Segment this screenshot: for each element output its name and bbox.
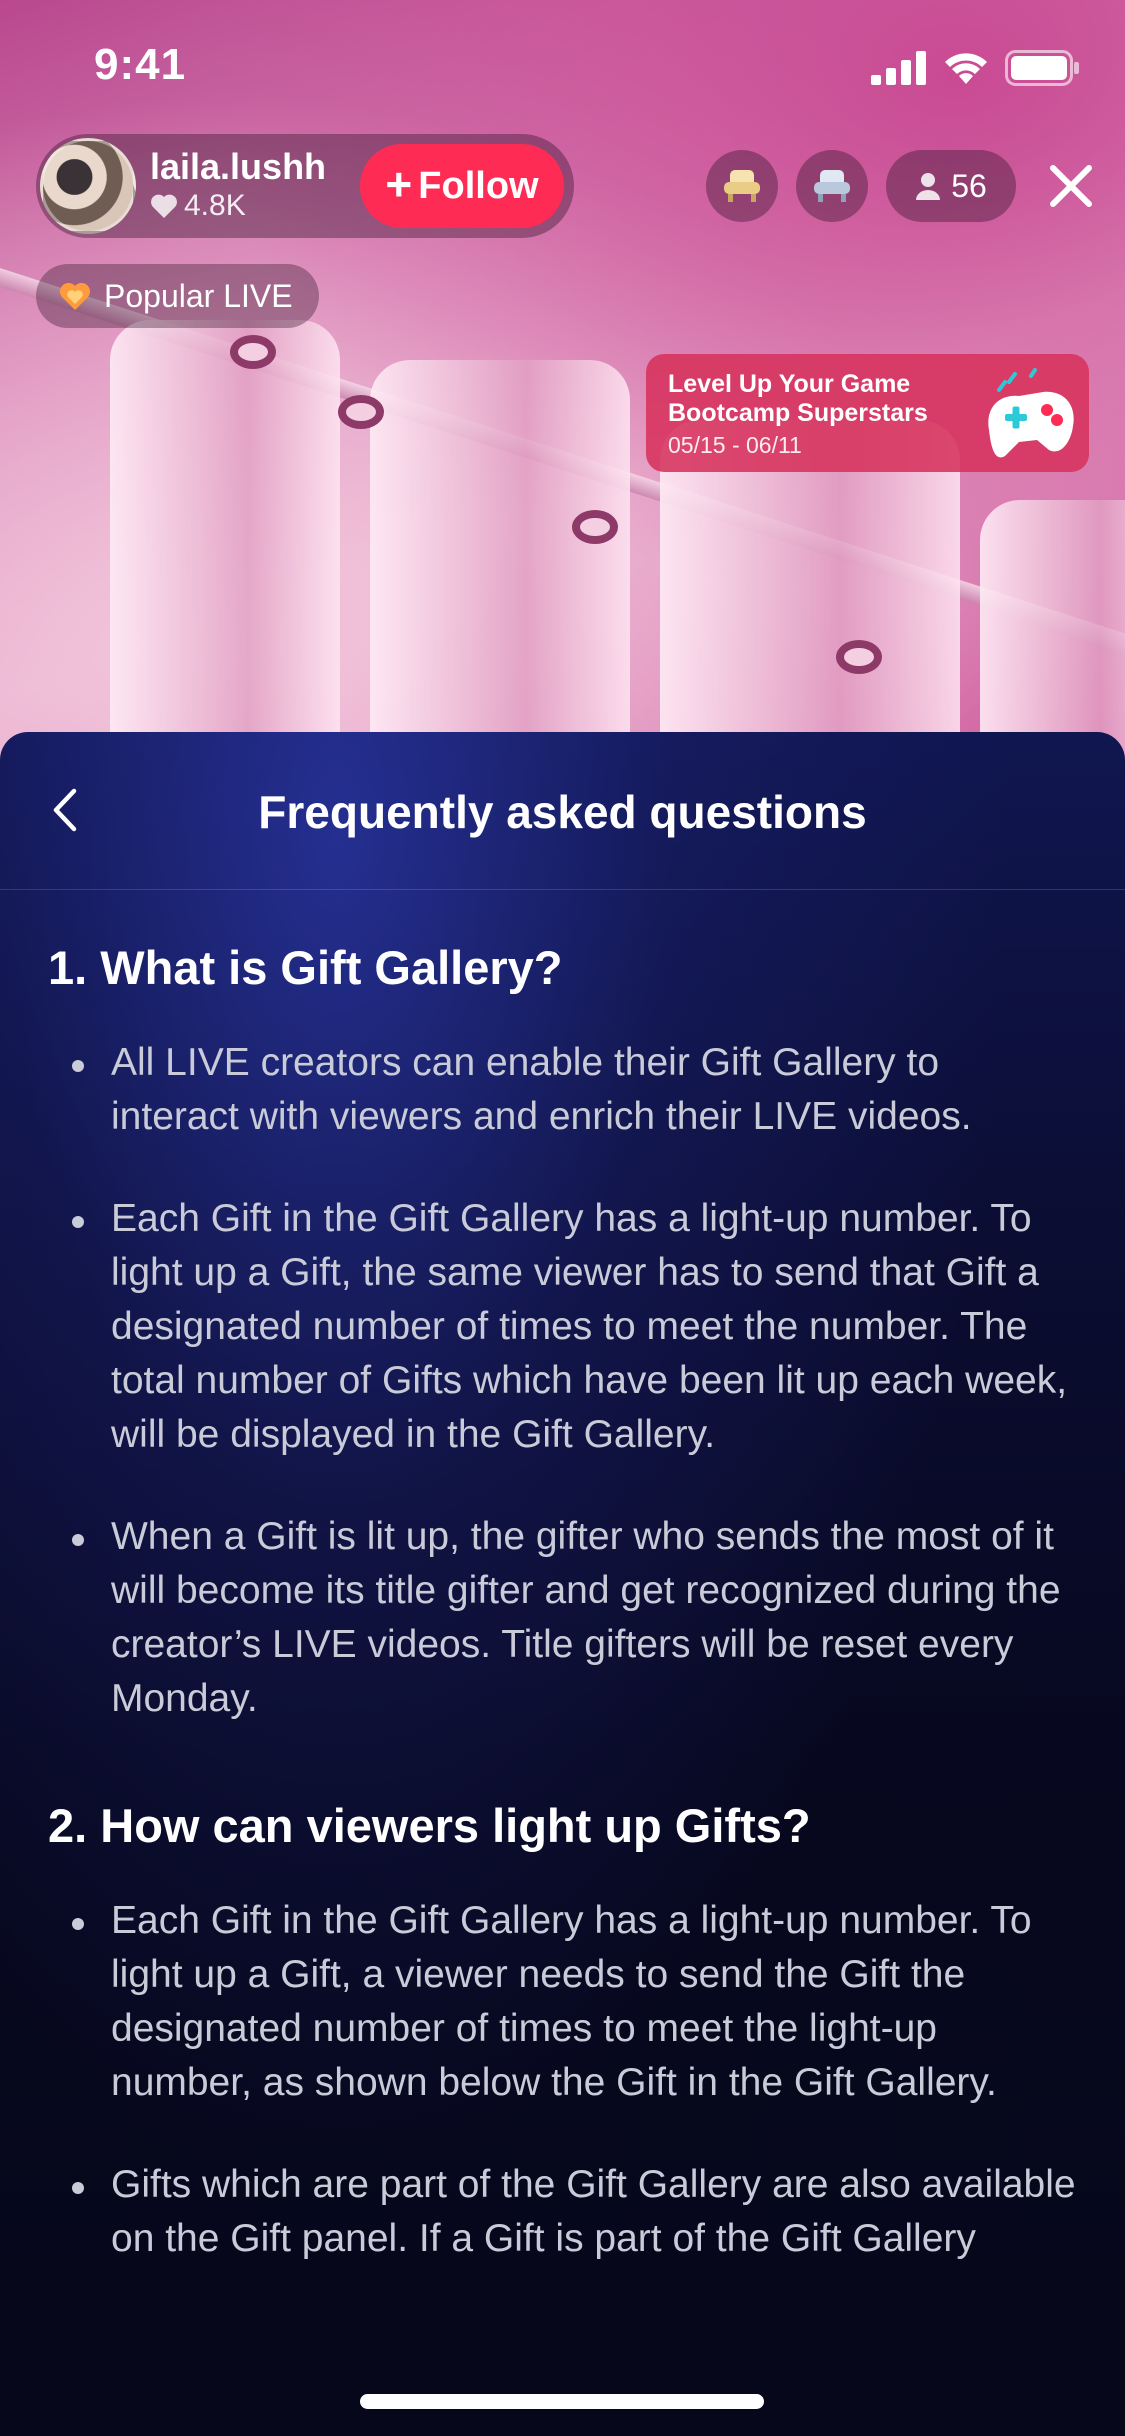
curtain-grommet bbox=[338, 395, 384, 429]
faq-bullet-list: All LIVE creators can enable their Gift … bbox=[48, 1036, 1077, 1726]
curtain-grommet bbox=[572, 510, 618, 544]
wifi-icon bbox=[945, 53, 987, 84]
curtain-grommet bbox=[230, 335, 276, 369]
host-likes: 4.8K bbox=[150, 187, 350, 225]
curtain-grommet bbox=[836, 640, 882, 674]
faq-section-heading: 2. How can viewers light up Gifts? bbox=[48, 1799, 811, 1852]
promo-banner[interactable]: Level Up Your Game Bootcamp Superstars 0… bbox=[646, 354, 1089, 472]
faq-sheet: Frequently asked questions 1. What is Gi… bbox=[0, 732, 1125, 2436]
faq-bullet: Each Gift in the Gift Gallery has a ligh… bbox=[48, 1192, 1077, 1462]
follow-button[interactable]: + Follow bbox=[360, 144, 564, 228]
faq-bullet: All LIVE creators can enable their Gift … bbox=[48, 1036, 1077, 1144]
host-pill[interactable]: laila.lushh 4.8K + Follow bbox=[36, 134, 574, 238]
top-viewer-seat-2[interactable] bbox=[796, 150, 868, 222]
viewer-count: 56 bbox=[951, 167, 987, 204]
gamepad-icon bbox=[988, 368, 1074, 458]
curtain-fold bbox=[370, 360, 630, 760]
host-likes-count: 4.8K bbox=[184, 189, 246, 222]
status-bar: 9:41 bbox=[0, 0, 1125, 132]
plus-icon: + bbox=[385, 158, 413, 210]
popular-live-badge[interactable]: Popular LIVE bbox=[36, 264, 319, 328]
faq-bullet: Each Gift in the Gift Gallery has a ligh… bbox=[48, 1894, 1077, 2110]
heart-icon bbox=[151, 194, 177, 218]
host-info: laila.lushh 4.8K bbox=[150, 147, 350, 225]
host-name[interactable]: laila.lushh bbox=[150, 147, 350, 187]
faq-section-heading: 1. What is Gift Gallery? bbox=[48, 941, 563, 994]
status-time: 9:41 bbox=[94, 40, 187, 89]
faq-bullet: When a Gift is lit up, the gifter who se… bbox=[48, 1510, 1077, 1726]
person-icon bbox=[916, 173, 941, 200]
faq-bullet-list: Each Gift in the Gift Gallery has a ligh… bbox=[48, 1894, 1077, 2266]
sheet-header: Frequently asked questions bbox=[0, 732, 1125, 890]
top-viewer-seat-1[interactable] bbox=[706, 150, 778, 222]
seat-icon bbox=[814, 170, 850, 202]
viewer-count-pill[interactable]: 56 bbox=[886, 150, 1016, 222]
popular-live-label: Popular LIVE bbox=[104, 277, 293, 314]
faq-bullet: Gifts which are part of the Gift Gallery… bbox=[48, 2158, 1077, 2266]
signal-icon bbox=[871, 51, 926, 85]
close-live-button[interactable] bbox=[1040, 155, 1102, 217]
battery-icon bbox=[1005, 50, 1079, 86]
home-indicator[interactable] bbox=[360, 2394, 764, 2409]
live-screen: 9:41 laila.lushh 4.8K + Follow 56 Popula… bbox=[0, 0, 1125, 2436]
curtain-fold bbox=[110, 320, 340, 760]
follow-label: Follow bbox=[418, 164, 539, 207]
faq-body: 1. What is Gift Gallery? All LIVE creato… bbox=[0, 938, 1125, 2266]
seat-icon bbox=[724, 170, 760, 202]
host-avatar[interactable] bbox=[40, 138, 136, 234]
flame-heart-icon bbox=[59, 282, 91, 310]
sheet-title: Frequently asked questions bbox=[258, 786, 867, 838]
status-icons bbox=[871, 50, 1081, 86]
curtain-fold bbox=[980, 500, 1125, 760]
close-icon bbox=[1050, 165, 1092, 207]
